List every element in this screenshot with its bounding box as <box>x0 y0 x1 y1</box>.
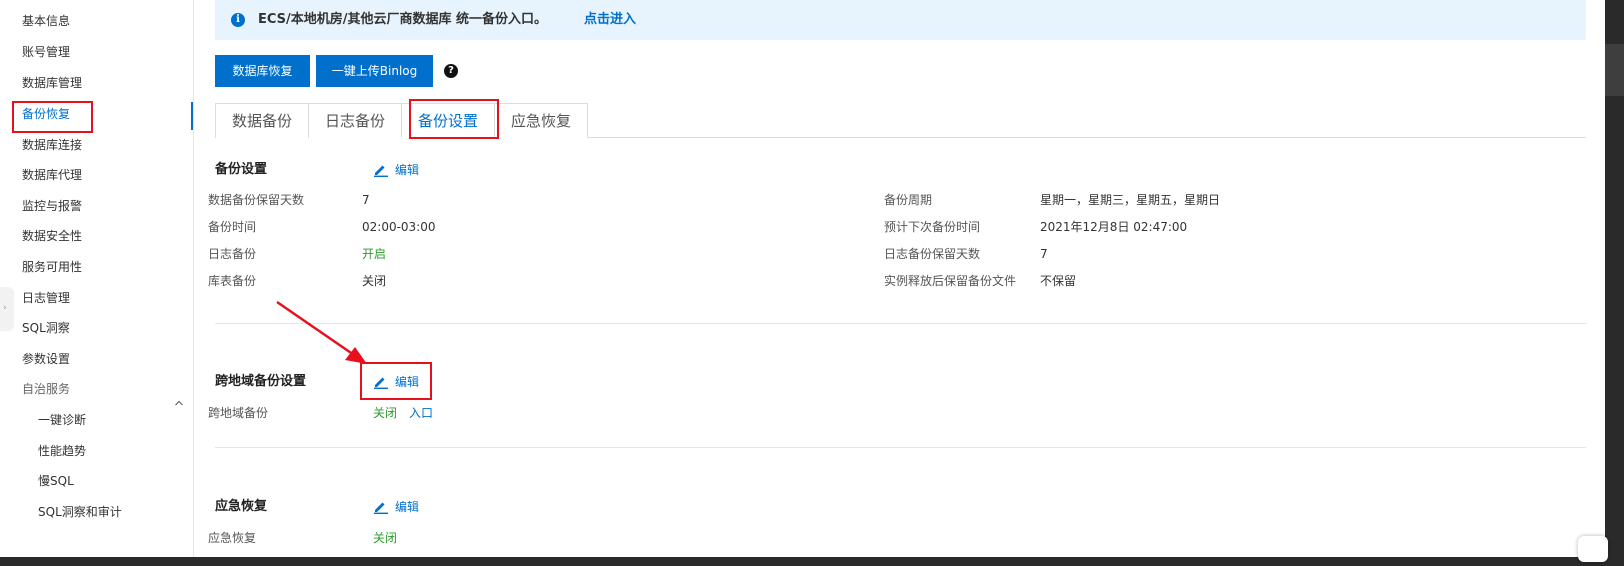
sidebar-subitem-performance[interactable]: 性能趋势 <box>38 443 86 459</box>
question-circle-icon[interactable]: ? <box>444 64 458 78</box>
value-data-retention: 7 <box>362 193 370 207</box>
label-data-retention: 数据备份保留天数 <box>208 193 305 207</box>
chevron-up-icon[interactable] <box>174 398 184 408</box>
sidebar-item-autonomy[interactable]: 自治服务 <box>22 381 70 397</box>
sidebar-active-indicator <box>191 102 193 130</box>
value-cross-region-backup: 关闭 <box>373 406 398 420</box>
sidebar-item-log-management[interactable]: 日志管理 <box>22 290 70 306</box>
label-cross-region-backup: 跨地域备份 <box>208 406 269 420</box>
label-table-backup: 库表备份 <box>208 274 257 288</box>
label-backup-time: 备份时间 <box>208 220 257 234</box>
edit-label: 编辑 <box>395 163 420 177</box>
label-emergency: 应急恢复 <box>208 531 257 545</box>
chat-icon[interactable] <box>1578 536 1608 562</box>
database-restore-button[interactable]: 数据库恢复 <box>215 55 310 87</box>
label-backup-cycle: 备份周期 <box>884 193 933 207</box>
highlight-box-tab <box>409 99 499 139</box>
sidebar-item-account[interactable]: 账号管理 <box>22 44 70 60</box>
sidebar-item-database[interactable]: 数据库管理 <box>22 75 82 91</box>
notice-link[interactable]: 点击进入 <box>584 12 636 28</box>
cross-region-entry-link[interactable]: 入口 <box>409 405 433 421</box>
value-backup-cycle: 星期一，星期三，星期五，星期日 <box>1040 193 1221 207</box>
section-divider <box>215 323 1586 324</box>
red-arrow-annotation <box>276 300 367 364</box>
sidebar-collapse-handle[interactable]: › <box>0 287 14 331</box>
tab-data-backup[interactable]: 数据备份 <box>215 103 309 138</box>
pencil-icon <box>374 165 388 177</box>
value-log-retention: 7 <box>1040 247 1048 261</box>
sidebar-item-basic-info[interactable]: 基本信息 <box>22 13 70 29</box>
main-content: i ECS/本地机房/其他云厂商数据库 统一备份入口。 点击进入 数据库恢复 一… <box>195 0 1605 566</box>
sidebar-subitem-sql-audit[interactable]: SQL洞察和审计 <box>38 504 122 520</box>
value-next-backup: 2021年12月8日 02:47:00 <box>1040 220 1188 234</box>
sidebar-item-sql-insight[interactable]: SQL洞察 <box>22 320 70 336</box>
section-divider <box>215 447 1586 448</box>
value-backup-time: 02:00-03:00 <box>362 220 436 234</box>
edit-label: 编辑 <box>395 500 420 514</box>
sidebar-item-db-connection[interactable]: 数据库连接 <box>22 137 82 153</box>
info-icon: i <box>231 13 245 27</box>
sidebar-item-monitoring[interactable]: 监控与报警 <box>22 198 82 214</box>
backup-settings-title: 备份设置 <box>215 162 268 177</box>
value-retain-after-release: 不保留 <box>1040 274 1077 288</box>
collapse-arrow-icon: › <box>3 303 7 313</box>
value-log-backup: 开启 <box>362 247 387 261</box>
highlight-box-sidebar <box>12 101 93 133</box>
sidebar-item-parameters[interactable]: 参数设置 <box>22 351 70 367</box>
label-log-retention: 日志备份保留天数 <box>884 247 981 261</box>
label-log-backup: 日志备份 <box>208 247 257 261</box>
tab-log-backup[interactable]: 日志备份 <box>308 103 402 138</box>
sidebar-item-data-security[interactable]: 数据安全性 <box>22 228 82 244</box>
label-next-backup: 预计下次备份时间 <box>884 220 981 234</box>
upload-binlog-button[interactable]: 一键上传Binlog <box>316 55 433 87</box>
window-edge-right <box>1605 0 1624 566</box>
value-table-backup: 关闭 <box>362 274 387 288</box>
pencil-icon <box>374 502 388 514</box>
value-emergency: 关闭 <box>373 531 398 545</box>
sidebar-subitem-diagnosis[interactable]: 一键诊断 <box>38 412 86 428</box>
window-edge-tab <box>1605 44 1624 96</box>
label-retain-after-release: 实例释放后保留备份文件 <box>884 274 1017 288</box>
sidebar-item-availability[interactable]: 服务可用性 <box>22 259 82 275</box>
window-edge-bottom <box>0 557 1605 566</box>
emergency-title: 应急恢复 <box>215 499 268 514</box>
notice-text: ECS/本地机房/其他云厂商数据库 统一备份入口。 <box>258 12 548 27</box>
tab-emergency-restore[interactable]: 应急恢复 <box>494 103 588 138</box>
cross-region-title: 跨地域备份设置 <box>215 374 307 389</box>
sidebar: 基本信息 账号管理 数据库管理 备份恢复 数据库连接 数据库代理 监控与报警 数… <box>0 0 194 566</box>
sidebar-item-db-proxy[interactable]: 数据库代理 <box>22 167 82 183</box>
sidebar-subitem-slow-sql[interactable]: 慢SQL <box>38 473 74 489</box>
notice-banner: i ECS/本地机房/其他云厂商数据库 统一备份入口。 点击进入 <box>215 0 1586 40</box>
